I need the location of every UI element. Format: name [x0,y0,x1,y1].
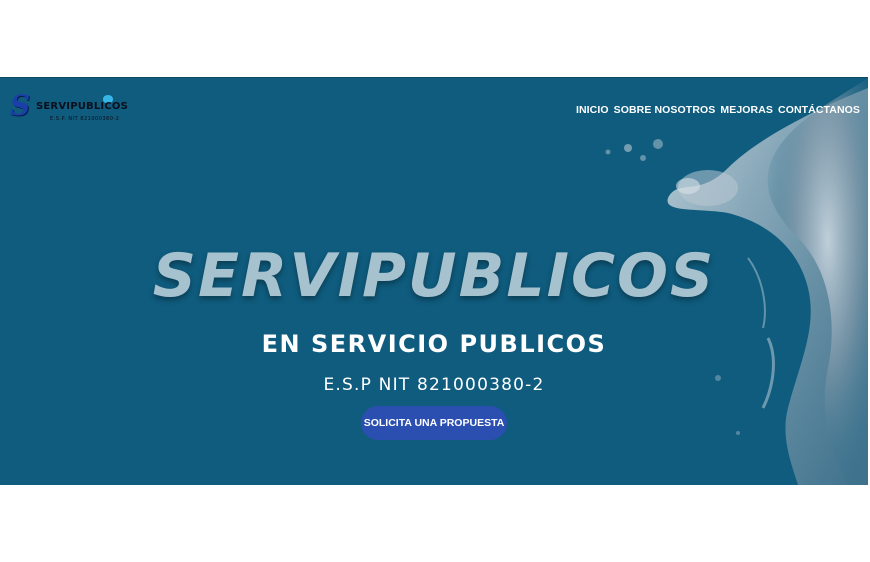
nav-sobre-nosotros[interactable]: SOBRE NOSOTROS [614,104,716,116]
hero-subtitle: EN SERVICIO PUBLICOS [261,330,607,358]
nav-contactanos[interactable]: CONTÁCTANOS [778,104,860,116]
nav-mejoras[interactable]: MEJORAS [720,104,773,116]
hero-nit: E.S.P NIT 821000380-2 [323,375,545,395]
hero-section: S SERVIPUBLICOS E.S.P. NIT 821000380-2 I… [0,77,868,485]
logo-name: SERVIPUBLICOS [36,101,128,112]
main-nav: INICIO SOBRE NOSOTROS MEJORAS CONTÁCTANO… [576,104,860,116]
company-logo[interactable]: S SERVIPUBLICOS E.S.P. NIT 821000380-2 [10,92,130,124]
nav-inicio[interactable]: INICIO [576,104,609,116]
logo-letter: S [10,89,31,122]
hero-title: SERVIPUBLICOS [152,241,716,311]
logo-tagline: E.S.P. NIT 821000380-2 [50,116,120,122]
request-proposal-button[interactable]: SOLICITA UNA PROPUESTA [361,406,507,440]
